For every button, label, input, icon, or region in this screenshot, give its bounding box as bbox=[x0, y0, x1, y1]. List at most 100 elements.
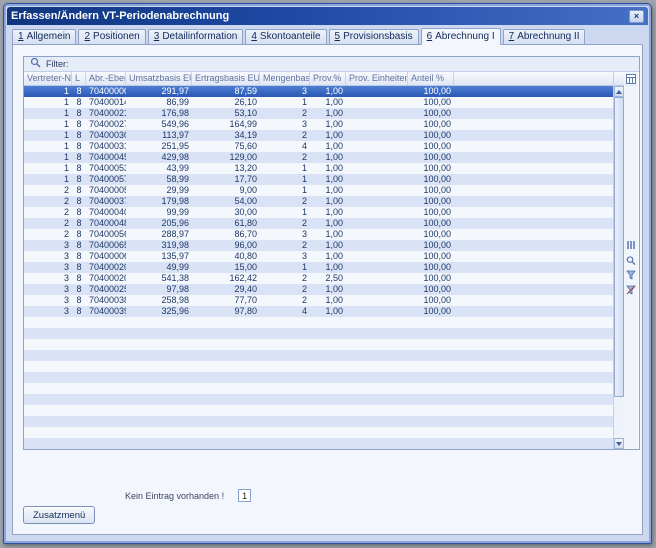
table-row[interactable]: 2870400037179,9854,0021,00100,00 bbox=[24, 196, 613, 207]
desktop: Erfassen/Ändern VT-Periodenabrechnung × … bbox=[0, 0, 656, 548]
table-row[interactable]: 3870400006135,9740,8031,00100,00 bbox=[24, 251, 613, 262]
cell: 325,96 bbox=[126, 306, 192, 317]
cell: 1,00 bbox=[310, 240, 346, 251]
cell: 34,19 bbox=[192, 130, 260, 141]
zusatzmenu-button[interactable]: Zusatzmenü bbox=[23, 506, 95, 524]
cell: 70400020 bbox=[86, 273, 126, 284]
col-header-l[interactable]: L bbox=[72, 72, 86, 85]
cell bbox=[346, 262, 408, 273]
tab-positionen[interactable]: 2Positionen bbox=[78, 29, 145, 44]
cell: 58,99 bbox=[126, 174, 192, 185]
scrollbar-header-spacer bbox=[614, 72, 624, 86]
cell: 70400000 bbox=[86, 86, 126, 97]
table-row[interactable]: 2870400048205,9661,8021,00100,00 bbox=[24, 218, 613, 229]
tab-provisionsbasis[interactable]: 5Provisionsbasis bbox=[329, 29, 419, 44]
cell: 70400048 bbox=[86, 218, 126, 229]
table-row[interactable]: 187040005343,9913,2011,00100,00 bbox=[24, 163, 613, 174]
table-row[interactable]: 3870400038258,9877,7021,00100,00 bbox=[24, 295, 613, 306]
col-header-prov-einheiten[interactable]: Prov. Einheiten bbox=[346, 72, 408, 85]
column-chooser-icon[interactable] bbox=[625, 73, 637, 85]
cell: 100,00 bbox=[408, 273, 454, 284]
tab-abrechnung-1[interactable]: 6Abrechnung I bbox=[421, 28, 501, 45]
cell: 179,98 bbox=[126, 196, 192, 207]
table-row[interactable]: 3870400065319,9896,0021,00100,00 bbox=[24, 240, 613, 251]
table-row[interactable]: 1870400045429,98129,0021,00100,00 bbox=[24, 152, 613, 163]
col-header-abr-ebene[interactable]: Abr.-Ebene bbox=[86, 72, 126, 85]
close-button[interactable]: × bbox=[629, 10, 644, 23]
no-entry-text: Kein Eintrag vorhanden ! bbox=[125, 491, 224, 501]
cell: 1,00 bbox=[310, 218, 346, 229]
empty-row bbox=[24, 416, 613, 427]
titlebar[interactable]: Erfassen/Ändern VT-Periodenabrechnung × bbox=[7, 7, 648, 25]
cell: 1,00 bbox=[310, 119, 346, 130]
table-row[interactable]: 2870400056288,9786,7031,00100,00 bbox=[24, 229, 613, 240]
cell: 100,00 bbox=[408, 119, 454, 130]
cell: 70400020 bbox=[86, 262, 126, 273]
empty-row bbox=[24, 383, 613, 394]
table-row[interactable]: 1870400000291,9787,5931,00100,00 bbox=[24, 86, 613, 97]
filter-bar[interactable]: Filter: bbox=[24, 57, 639, 72]
grid-body: 1870400000291,9787,5931,00100,0018704000… bbox=[24, 86, 613, 449]
cell: 1 bbox=[260, 185, 310, 196]
cell: 100,00 bbox=[408, 196, 454, 207]
cell: 100,00 bbox=[408, 251, 454, 262]
scroll-down-button[interactable] bbox=[614, 438, 624, 449]
columns-icon[interactable] bbox=[625, 239, 637, 251]
cell: 87,59 bbox=[192, 86, 260, 97]
clear-filter-icon[interactable] bbox=[625, 284, 637, 296]
cell: 2 bbox=[24, 218, 72, 229]
cell bbox=[346, 108, 408, 119]
cell bbox=[346, 152, 408, 163]
table-row[interactable]: 1870400021176,9853,1021,00100,00 bbox=[24, 108, 613, 119]
cell: 162,42 bbox=[192, 273, 260, 284]
cell bbox=[346, 295, 408, 306]
cell: 291,97 bbox=[126, 86, 192, 97]
cell: 8 bbox=[72, 251, 86, 262]
col-header-anteil-pct[interactable]: Anteil % bbox=[408, 72, 454, 85]
search-plus-icon[interactable] bbox=[625, 254, 637, 266]
cell: 13,20 bbox=[192, 163, 260, 174]
tab-detailinformation[interactable]: 3Detailinformation bbox=[148, 29, 244, 44]
cell: 541,38 bbox=[126, 273, 192, 284]
tab-allgemein[interactable]: 1Allgemein bbox=[12, 29, 76, 44]
vertical-scrollbar[interactable] bbox=[613, 72, 624, 449]
scroll-up-button[interactable] bbox=[614, 86, 624, 97]
tab-skontoanteile[interactable]: 4Skontoanteile bbox=[245, 29, 326, 44]
cell: 100,00 bbox=[408, 108, 454, 119]
cell: 70400037 bbox=[86, 196, 126, 207]
cell: 70400014 bbox=[86, 97, 126, 108]
table-row[interactable]: 187040005758,9917,7011,00100,00 bbox=[24, 174, 613, 185]
table-row[interactable]: 3870400039325,9697,8041,00100,00 bbox=[24, 306, 613, 317]
table-row[interactable]: 1870400030113,9734,1921,00100,00 bbox=[24, 130, 613, 141]
cell: 40,80 bbox=[192, 251, 260, 262]
scrollbar-thumb[interactable] bbox=[614, 97, 624, 397]
table-row[interactable]: 287040004099,9930,0011,00100,00 bbox=[24, 207, 613, 218]
cell: 1 bbox=[24, 119, 72, 130]
table-row[interactable]: 387040002597,9829,4021,00100,00 bbox=[24, 284, 613, 295]
scrollbar-track[interactable] bbox=[614, 97, 624, 438]
cell: 2 bbox=[260, 273, 310, 284]
cell: 2 bbox=[260, 108, 310, 119]
cell: 8 bbox=[72, 97, 86, 108]
col-header-umsatzbasis[interactable]: Umsatzbasis EUR bbox=[126, 72, 192, 85]
cell: 1,00 bbox=[310, 295, 346, 306]
cell: 70400006 bbox=[86, 251, 126, 262]
table-row[interactable]: 1870400031251,9575,6041,00100,00 bbox=[24, 141, 613, 152]
cell: 3 bbox=[260, 229, 310, 240]
table-row[interactable]: 387040002049,9915,0011,00100,00 bbox=[24, 262, 613, 273]
col-header-vertreter-nr[interactable]: Vertreter-Nr. bbox=[24, 72, 72, 85]
table-row[interactable]: 187040001486,9926,1011,00100,00 bbox=[24, 97, 613, 108]
col-header-prov-pct[interactable]: Prov.% bbox=[310, 72, 346, 85]
col-header-mengenbasis[interactable]: Mengenbasis bbox=[260, 72, 310, 85]
tab-abrechnung-2[interactable]: 7Abrechnung II bbox=[503, 29, 586, 44]
table-row[interactable]: 287040000529,999,0011,00100,00 bbox=[24, 185, 613, 196]
cell: 29,99 bbox=[126, 185, 192, 196]
table-row[interactable]: 3870400020541,38162,4222,50100,00 bbox=[24, 273, 613, 284]
cell: 2 bbox=[260, 196, 310, 207]
filter-icon[interactable] bbox=[625, 269, 637, 281]
col-header-ertragsbasis[interactable]: Ertragsbasis EUR bbox=[192, 72, 260, 85]
cell: 8 bbox=[72, 273, 86, 284]
empty-row bbox=[24, 394, 613, 405]
cell: 1,00 bbox=[310, 141, 346, 152]
table-row[interactable]: 1870400027549,96164,9931,00100,00 bbox=[24, 119, 613, 130]
